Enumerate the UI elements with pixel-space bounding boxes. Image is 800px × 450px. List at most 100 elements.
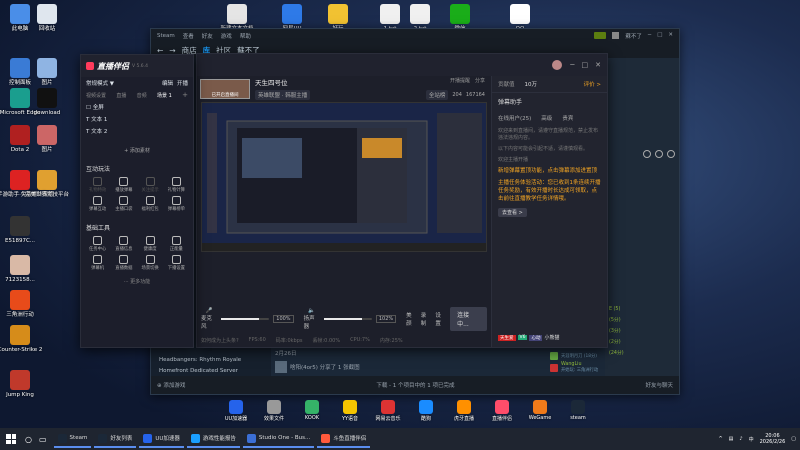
tool-item[interactable]: 主播口袋	[112, 196, 135, 212]
advanced-tab[interactable]: 高级	[541, 114, 552, 122]
scene-tab[interactable]: 直播	[116, 92, 126, 99]
online-users-tab[interactable]: 在线用户(25)	[498, 114, 531, 122]
stream-preview[interactable]	[201, 102, 487, 252]
settings-button[interactable]: 设置	[435, 311, 446, 327]
tool-item[interactable]: 正能量	[165, 236, 188, 252]
steam-maximize-icon[interactable]: □	[657, 32, 662, 40]
source-item[interactable]: T 文本 1	[86, 115, 188, 123]
source-item[interactable]: T 文本 2	[86, 127, 188, 135]
scene-tab-active[interactable]: 场景 1	[157, 92, 172, 99]
windows-start-icon[interactable]	[4, 432, 18, 446]
desktop-icon[interactable]: Jump King	[0, 370, 40, 398]
live-maximize-icon[interactable]: □	[582, 61, 589, 69]
desktop-icon[interactable]: 三角洲行动	[0, 290, 40, 318]
task-view-icon[interactable]: ▭	[39, 435, 47, 444]
chat-username[interactable]: 小熊猫	[544, 334, 559, 341]
tool-item[interactable]: 关注提示	[139, 177, 162, 193]
steam-settings-icon[interactable]	[643, 150, 651, 158]
desktop-icon[interactable]: E51897C...	[0, 216, 40, 244]
tool-item[interactable]: 健康度	[139, 236, 162, 252]
steam-game-item[interactable]: Homefront Dedicated Server	[151, 365, 271, 376]
tool-item[interactable]: 直播信息	[112, 236, 135, 252]
dock-item[interactable]: UU加速器	[222, 400, 250, 422]
tool-item[interactable]: 礼物计算	[165, 177, 188, 193]
add-source-button[interactable]: + 添加素材	[81, 147, 193, 154]
tool-item[interactable]: 弹幕榜单	[165, 196, 188, 212]
tray-chevron-icon[interactable]: ^	[718, 436, 722, 442]
dock-item[interactable]: YY语音	[336, 400, 364, 422]
edit-button[interactable]: 编辑	[162, 79, 173, 87]
speaker-slider[interactable]	[323, 317, 372, 320]
remind-button[interactable]: 开播提醒	[450, 77, 470, 87]
steam-downloads[interactable]: 下载 - 1 个项目中的 1 项已完成	[376, 381, 454, 389]
volume-icon[interactable]: ♪	[739, 436, 742, 442]
steam-minimize-icon[interactable]: ─	[648, 32, 651, 40]
source-item[interactable]: ☐ 全屏	[86, 103, 188, 111]
vip-tab[interactable]: 贵宾	[562, 114, 573, 122]
dock-item[interactable]: WeGame	[526, 400, 554, 422]
tool-item[interactable]: 任务中心	[86, 236, 109, 252]
mode-dropdown[interactable]: 常规模式 ▼	[86, 79, 114, 87]
steam-game-item[interactable]: Headbangers: Rhythm Royale	[151, 354, 271, 365]
desktop-icon[interactable]: download	[27, 88, 67, 116]
tool-item[interactable]: 福利红包	[139, 196, 162, 212]
dock-item[interactable]: 酷狗	[412, 400, 440, 422]
mic-slider[interactable]	[220, 317, 270, 320]
fans-tab[interactable]: 10万	[525, 80, 538, 88]
steam-notify-icon[interactable]	[594, 31, 607, 39]
steam-avatar[interactable]	[612, 31, 620, 39]
steam-info-icon[interactable]	[655, 150, 663, 158]
taskbar-item[interactable]: UU加速器	[139, 430, 184, 448]
search-icon[interactable]: ○	[25, 435, 32, 444]
clock[interactable]: 20:06 2026/2/26	[760, 433, 786, 445]
steam-menu-steam[interactable]: Steam	[157, 33, 175, 39]
notification-icon[interactable]: ▢	[791, 436, 796, 442]
desktop-icon[interactable]: 完美世界竞技平台	[25, 170, 69, 198]
desktop-icon[interactable]: 图片	[27, 58, 67, 86]
dock-item[interactable]: 直播伴侣	[488, 400, 516, 422]
live-minimize-icon[interactable]: ─	[570, 61, 574, 69]
room-name[interactable]: 天生四号位	[255, 77, 288, 87]
tool-item[interactable]: 下播设置	[165, 255, 188, 271]
steam-menu-view[interactable]: 查看	[183, 32, 194, 40]
steam-close-icon[interactable]: ✕	[668, 32, 673, 40]
headline-link[interactable]: 如何成为上头条?	[201, 337, 239, 344]
record-button[interactable]: 录制	[421, 311, 432, 327]
room-category[interactable]: 英雄联盟 · 韩服主播	[255, 90, 311, 100]
more-features-button[interactable]: ··· 更多功能	[81, 278, 193, 285]
dock-item[interactable]: 网易云音乐	[374, 400, 402, 422]
network-icon[interactable]: ▤	[729, 436, 734, 442]
dock-item[interactable]: 效果文件	[260, 400, 288, 422]
tool-item[interactable]: 播放弹幕	[112, 177, 135, 193]
steam-activity-text[interactable]: 啥阳(4or5) 分享了 1 张截图	[290, 363, 360, 371]
contribution-tab[interactable]: 贡献值	[498, 80, 515, 88]
steam-heart-icon[interactable]	[667, 150, 675, 158]
beauty-button[interactable]: 美颜	[406, 311, 417, 327]
tool-item[interactable]: 场景切换	[139, 255, 162, 271]
review-tab[interactable]: 评价 >	[584, 80, 601, 88]
dock-item[interactable]: 虎牙直播	[450, 400, 478, 422]
dock-item[interactable]: KOOK	[298, 400, 326, 422]
tool-item[interactable]: 礼物特效	[86, 177, 109, 193]
taskbar-item[interactable]: Studio One - Bus...	[242, 430, 315, 448]
start-live-button[interactable]: 连接中...	[450, 306, 487, 331]
view-task-button[interactable]: 去查看 >	[498, 207, 527, 217]
taskbar-item[interactable]: 好友列表	[94, 430, 137, 448]
taskbar-item[interactable]: 斗鱼直播伴侣	[317, 430, 371, 448]
speaker-percent[interactable]: 102%	[375, 314, 397, 323]
desktop-icon[interactable]: 图片	[27, 125, 67, 153]
friend-row[interactable]: 天涯明月刀 (18分)	[547, 351, 677, 361]
publish-button[interactable]: 开播	[177, 79, 188, 87]
desktop-icon[interactable]: Counter-Strike 2	[0, 325, 42, 353]
steam-add-game-button[interactable]: ⊕ 添加游戏	[157, 381, 185, 389]
steam-username-top[interactable]: 蘇不了	[625, 32, 642, 40]
tool-item[interactable]: 直播数据	[112, 255, 135, 271]
room-thumbnail[interactable]: 已开启直播间	[200, 78, 250, 99]
live-user-avatar[interactable]	[552, 60, 563, 70]
desktop-icon[interactable]: 回收站	[27, 4, 67, 32]
steam-menu-friends[interactable]: 好友	[202, 32, 213, 40]
steam-menu-help[interactable]: 帮助	[240, 32, 251, 40]
taskbar-item[interactable]: 游戏性能报告	[186, 430, 240, 448]
tool-item[interactable]: 弹幕互动	[86, 196, 109, 212]
dock-item[interactable]: steam	[564, 400, 592, 422]
